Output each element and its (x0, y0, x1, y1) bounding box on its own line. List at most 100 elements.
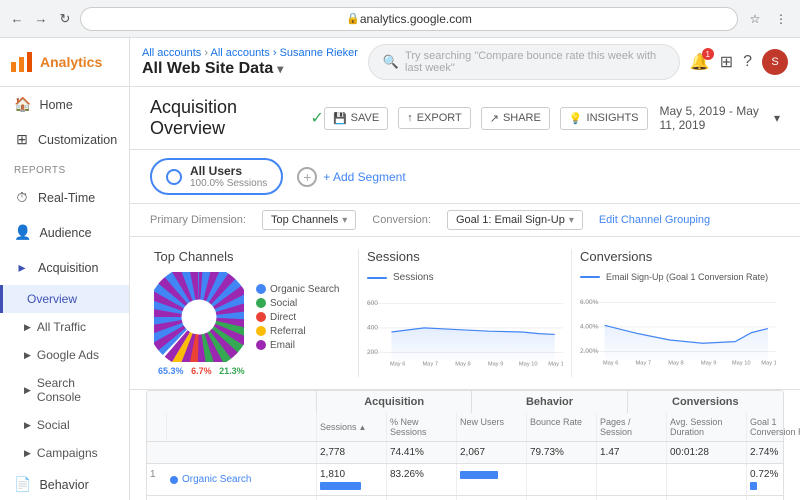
bookmark-button[interactable]: ☆ (744, 8, 766, 30)
sidebar-item-acquisition-label: Acquisition (38, 261, 98, 275)
date-range-text: May 5, 2019 - May 11, 2019 (660, 104, 770, 132)
search-placeholder: Try searching "Compare bounce rate this … (405, 50, 665, 74)
breadcrumb: All accounts › All accounts › Susanne Ri… (142, 47, 358, 59)
segment-sessions: 100.0% Sessions (190, 178, 267, 189)
save-icon: 💾 (333, 112, 347, 125)
page-title-text: Acquisition Overview (150, 97, 303, 139)
sessions-legend: Sessions (367, 272, 563, 283)
back-button[interactable]: ← (8, 10, 26, 28)
direct-dot (256, 312, 266, 322)
pct-new-1: 83.26% (387, 464, 457, 495)
sidebar-item-audience[interactable]: 👤 Audience (0, 215, 129, 250)
pie-legend: Organic Search Social Direct (256, 284, 339, 351)
behavior-group-header: Behavior (472, 391, 627, 413)
add-segment-label: + Add Segment (323, 170, 405, 184)
total-duration: 00:01:28 (667, 442, 747, 463)
sidebar-item-customization[interactable]: ⊞ Customization (0, 122, 129, 157)
sessions-svg: 600 400 200 May 6 May 7 May 8 May 9 (367, 287, 563, 377)
conversions-panel: Conversions Email Sign-Up (Goal 1 Conver… (572, 249, 784, 377)
date-range[interactable]: May 5, 2019 - May 11, 2019 ▾ (660, 104, 781, 132)
refresh-button[interactable]: ↻ (56, 10, 74, 28)
sidebar-subitem-campaigns[interactable]: ▶ Campaigns (0, 439, 129, 467)
user-avatar[interactable]: S (762, 49, 788, 75)
add-segment-button[interactable]: + + Add Segment (297, 167, 405, 187)
svg-text:May 8: May 8 (668, 360, 684, 366)
svg-text:200: 200 (367, 349, 378, 356)
col-pct-new[interactable]: % New Sessions (387, 413, 457, 441)
property-selector[interactable]: All Web Site Data ▾ (142, 60, 358, 78)
extensions-button[interactable]: ⋮ (770, 8, 792, 30)
total-sessions: 2,778 (317, 442, 387, 463)
channel-organic[interactable]: Organic Search (167, 464, 317, 495)
sessions-bar-1 (320, 482, 361, 490)
legend-social: Social (256, 298, 339, 309)
channel-social[interactable]: Social (167, 496, 317, 500)
main-content: Acquisition Overview ✓ 💾 SAVE ↑ EXPORT (130, 87, 800, 500)
forward-button[interactable]: → (32, 10, 50, 28)
sidebar-subitem-all-traffic[interactable]: ▶ All Traffic (0, 313, 129, 341)
top-channels-title: Top Channels (154, 249, 350, 264)
pie-chart (154, 272, 244, 362)
reports-section-label: REPORTS (0, 157, 129, 180)
organic-channel-dot (170, 476, 178, 484)
insights-icon: 💡 (569, 112, 583, 125)
insights-button[interactable]: 💡 INSIGHTS (560, 107, 648, 130)
customization-icon: ⊞ (14, 131, 30, 148)
organic-channel-name[interactable]: Organic Search (182, 474, 251, 485)
email-dot (256, 340, 266, 350)
search-bar[interactable]: 🔍 Try searching "Compare bounce rate thi… (368, 44, 680, 80)
export-button[interactable]: ↑ EXPORT (398, 107, 471, 129)
notifications-button[interactable]: 🔔 1 (690, 52, 710, 72)
sidebar-item-customization-label: Customization (38, 133, 117, 147)
segment-info: All Users 100.0% Sessions (190, 164, 267, 189)
conversion-select[interactable]: Goal 1: Email Sign-Up ▾ (447, 210, 583, 230)
verified-icon: ✓ (311, 108, 324, 128)
content-area: All accounts › All accounts › Susanne Ri… (130, 38, 800, 500)
organic-dot (256, 284, 266, 294)
all-users-segment[interactable]: All Users 100.0% Sessions (150, 158, 283, 195)
account-link[interactable]: All accounts › Susanne Rieker (211, 47, 358, 59)
analytics-logo (10, 50, 34, 74)
apps-button[interactable]: ⊞ (720, 52, 733, 72)
share-button[interactable]: ↗ SHARE (481, 107, 550, 130)
property-name: All Web Site Data (142, 60, 273, 78)
segment-bar: All Users 100.0% Sessions + + Add Segmen… (130, 150, 800, 204)
dimension-bar: Primary Dimension: Top Channels ▾ Conver… (130, 204, 800, 237)
realtime-icon: ⏱ (14, 189, 30, 206)
sidebar-subitem-social[interactable]: ▶ Social (0, 411, 129, 439)
svg-text:May 7: May 7 (423, 361, 439, 367)
sidebar-item-behavior[interactable]: 📄 Behavior (0, 467, 129, 500)
plus-icon: + (297, 167, 317, 187)
conv-bar-1 (750, 482, 757, 490)
col-new-users[interactable]: New Users (457, 413, 527, 441)
charts-section: Top Channels (130, 237, 800, 390)
col-bounce-rate[interactable]: Bounce Rate (527, 413, 597, 441)
sidebar-subitem-overview[interactable]: Overview (0, 285, 129, 313)
address-bar[interactable]: 🔒 analytics.google.com (80, 7, 738, 31)
sidebar-subitem-google-ads[interactable]: ▶ Google Ads (0, 341, 129, 369)
page-title: Acquisition Overview ✓ (150, 97, 324, 139)
conversions-legend: Email Sign-Up (Goal 1 Conversion Rate) (580, 272, 776, 282)
primary-dimension-select[interactable]: Top Channels ▾ (262, 210, 356, 230)
all-accounts-link[interactable]: All accounts (142, 47, 201, 59)
col-pages-session[interactable]: Pages / Session (597, 413, 667, 441)
col-goal1-rate[interactable]: Goal 1 Conversion Rate (747, 413, 800, 441)
svg-text:May 7: May 7 (636, 360, 652, 366)
conversions-svg: 6.00% 4.00% 2.00% May 6 May 7 May 8 May … (580, 286, 776, 376)
table-group-headers: Acquisition Behavior Conversions (146, 390, 784, 413)
save-button[interactable]: 💾 SAVE (324, 107, 388, 130)
sidebar-item-realtime[interactable]: ⏱ Real-Time (0, 180, 129, 215)
col-avg-duration[interactable]: Avg. Session Duration (667, 413, 747, 441)
header-actions: 💾 SAVE ↑ EXPORT ↗ SHARE 💡 (324, 107, 648, 130)
help-button[interactable]: ? (743, 53, 752, 71)
sidebar-subitem-search-console[interactable]: ▶ Search Console (0, 369, 129, 411)
col-channel (167, 413, 317, 441)
triangle-icon: ▶ (24, 322, 31, 333)
share-icon: ↗ (490, 112, 499, 125)
sidebar-item-acquisition[interactable]: ▸ Acquisition (0, 250, 129, 285)
col-sessions[interactable]: Sessions▲ (317, 413, 387, 441)
sidebar-item-behavior-label: Behavior (39, 478, 88, 492)
sidebar-item-home[interactable]: 🏠 Home (0, 87, 129, 122)
conversions-legend-label: Email Sign-Up (Goal 1 Conversion Rate) (606, 272, 768, 282)
edit-channel-link[interactable]: Edit Channel Grouping (599, 214, 710, 226)
